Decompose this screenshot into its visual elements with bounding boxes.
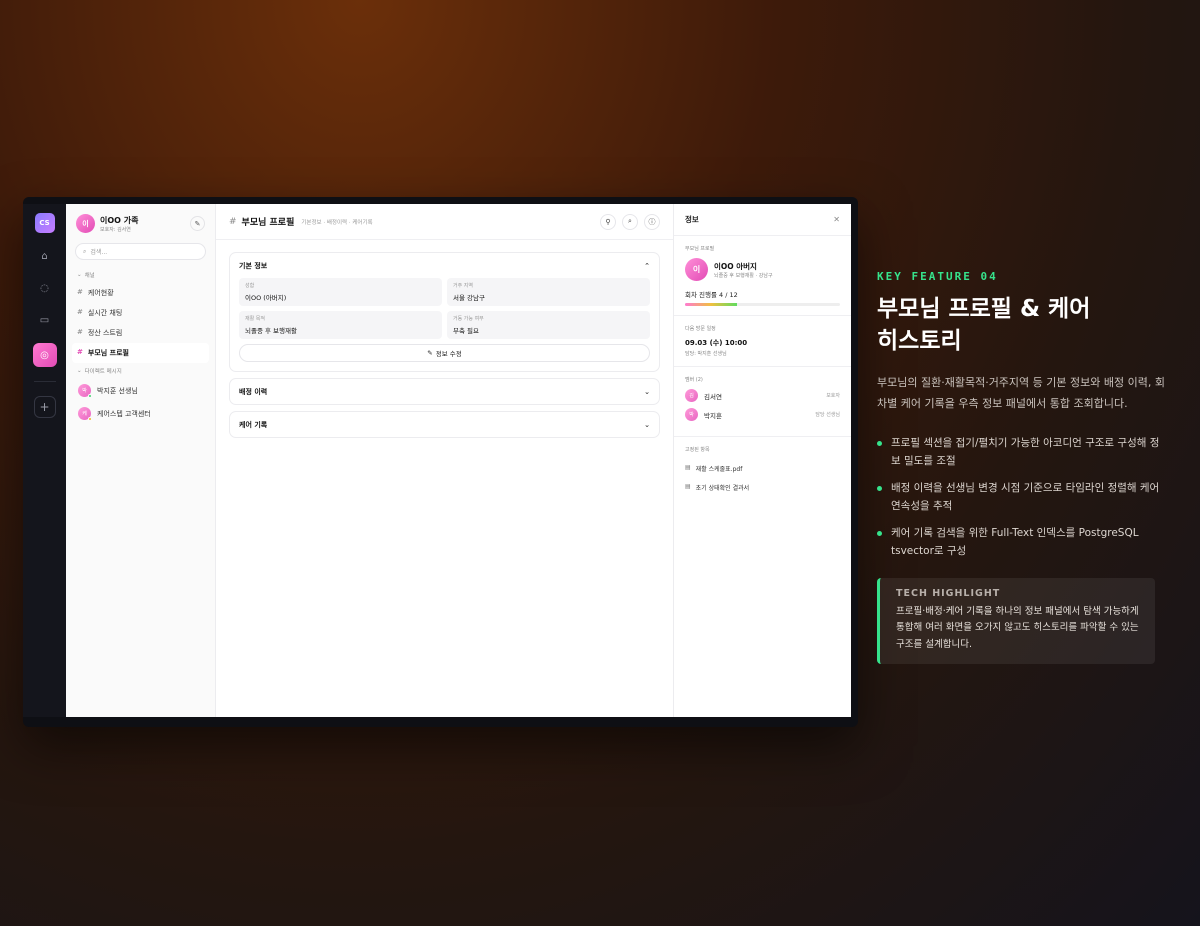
member-item[interactable]: 김 김서연 보호자	[685, 389, 840, 402]
member-avatar: 김	[685, 389, 698, 402]
info-header: 정보 ✕	[674, 204, 851, 236]
basic-info-header[interactable]: 기본 정보 ⌃	[230, 253, 659, 278]
chat-icon[interactable]: ◌	[34, 279, 56, 297]
chevron-up-icon: ⌃	[644, 261, 650, 270]
info-panel: 정보 ✕ 부모님 프로필 이 이OO 아버지 뇌졸중 후 보행재활 · 강남구 …	[673, 204, 851, 717]
channels-group-label[interactable]: ⌄ 채널	[72, 267, 209, 283]
hash-icon: #	[77, 288, 83, 296]
add-workspace-button[interactable]: +	[33, 396, 56, 418]
main-header: # 부모님 프로필 기본정보 · 배정이력 · 케어기록 ⚲ ⌕ ⓘ	[216, 204, 673, 240]
care-record-accordion[interactable]: 케어 기록 ⌄	[229, 411, 660, 438]
channel-item[interactable]: # 정산 스트림	[72, 323, 209, 343]
chevron-down-icon: ⌄	[77, 368, 82, 374]
visit-section: 다음 방문 일정 09.03 (수) 10:00 담당: 박지훈 선생님	[674, 316, 851, 367]
search-icon[interactable]: ⌕	[622, 213, 638, 230]
chevron-down-icon: ⌄	[644, 387, 650, 396]
assignment-history-accordion[interactable]: 배정 이력 ⌄	[229, 378, 660, 405]
rail-divider	[33, 381, 56, 382]
dm-avatar: 박	[78, 384, 92, 398]
pinned-item[interactable]: ▤ 재활 스케줄표.pdf	[685, 459, 840, 478]
feature-desc: 부모님의 질환·재활목적·거주지역 등 기본 정보와 배정 이력, 회차별 케어…	[877, 376, 1165, 410]
visit-who: 담당: 박지훈 선생님	[685, 351, 727, 357]
info-field: 거주 지역 서울 강남구	[447, 278, 650, 306]
hash-icon: #	[229, 216, 237, 227]
member-item[interactable]: 박 박지훈 담당 선생님	[685, 408, 840, 421]
dm-avatar: 케	[78, 407, 92, 421]
parent-avatar: 이	[685, 258, 708, 281]
feature-kicker: KEY FEATURE 04	[877, 270, 998, 283]
close-icon[interactable]: ✕	[833, 215, 840, 224]
info-icon[interactable]: ⓘ	[644, 213, 660, 230]
online-status-dot	[88, 394, 92, 398]
document-icon: ▤	[685, 483, 691, 490]
hash-icon: #	[77, 308, 83, 316]
feature-description: KEY FEATURE 04 부모님 프로필 & 케어 히스토리 부모님의 질환…	[877, 270, 1167, 664]
dm-item[interactable]: 케 케어스텝 고객센터	[72, 402, 209, 425]
chevron-down-icon: ⌄	[77, 272, 82, 278]
feature-bullet: 프로필 섹션을 접기/펼치기 가능한 아코디언 구조로 구성해 정보 밀도를 조…	[877, 434, 1167, 471]
channel-item[interactable]: # 실시간 채팅	[72, 303, 209, 323]
family-title: 이OO 가족	[100, 215, 139, 225]
home-icon[interactable]: ⌂	[34, 247, 56, 265]
dm-item[interactable]: 박 박지훈 선생님	[72, 379, 209, 402]
workspace-logo[interactable]: CS	[34, 213, 55, 233]
hash-icon: #	[77, 348, 83, 356]
edit-info-button[interactable]: ✎ 정보 수정	[239, 344, 650, 362]
feature-bullets: 프로필 섹션을 접기/펼치기 가능한 아코디언 구조로 구성해 정보 밀도를 조…	[877, 434, 1167, 560]
message-icon[interactable]: ▭	[34, 311, 56, 329]
channel-sidebar: 이 이OO 가족 보호자: 김서연 ✎ ⌕ 검색... ⌄ 채널 # 케어현황 # 실…	[66, 204, 216, 717]
search-placeholder: 검색...	[90, 249, 108, 256]
family-avatar: 이	[76, 214, 95, 233]
page-title: 부모님 프로필	[241, 218, 295, 228]
members-section: 멤버 (2) 김 김서연 보호자 박 박지훈 담당 선생님	[674, 367, 851, 437]
feature-bullet: 배정 이력을 선생님 변경 시점 기준으로 타임라인 정렬해 케어 연속성을 추…	[877, 479, 1167, 516]
feature-title: 부모님 프로필 & 케어 히스토리	[877, 296, 1091, 355]
file-icon: ▤	[685, 464, 691, 471]
tech-highlight-title: TECH HIGHLIGHT	[896, 588, 1001, 600]
progress-text: 회차 진행률 4 / 12	[685, 291, 738, 299]
pencil-icon: ✎	[427, 349, 433, 357]
chevron-down-icon: ⌄	[644, 420, 650, 429]
member-avatar: 박	[685, 408, 698, 421]
progress-fill	[685, 303, 737, 306]
visit-date: 09.03 (수) 10:00	[685, 339, 748, 347]
basic-info-accordion: 기본 정보 ⌃ 성함 이OO (아버지) 거주 지역 서울 강남구 재활 목적 뇌졸중…	[229, 252, 660, 372]
tech-highlight-text: 프로필·배정·케어 기록을 하나의 정보 패널에서 탐색 가능하게 통합해 여러…	[896, 606, 1139, 650]
app-window: CS ⌂ ◌ ▭ ◎ + 이 이OO 가족 보호자: 김서연 ✎ ⌕ 검색...…	[23, 204, 851, 717]
info-field: 재활 목적 뇌졸중 후 보행재활	[239, 311, 442, 339]
family-subtitle: 보호자: 김서연	[100, 226, 131, 233]
info-field: 거동 가능 여부 부축 필요	[447, 311, 650, 339]
parent-name: 이OO 아버지	[714, 261, 757, 271]
breadcrumb: 기본정보 · 배정이력 · 케어기록	[301, 219, 373, 226]
channel-item[interactable]: # 케어현황	[72, 283, 209, 303]
profile-section: 부모님 프로필 이 이OO 아버지 뇌졸중 후 보행재활 · 강남구 회차 진행…	[674, 236, 851, 316]
search-input[interactable]: ⌕ 검색...	[75, 243, 206, 260]
app-rail: CS ⌂ ◌ ▭ ◎ +	[23, 204, 66, 717]
main-panel: # 부모님 프로필 기본정보 · 배정이력 · 케어기록 ⚲ ⌕ ⓘ 기본 정보…	[216, 204, 673, 717]
pinned-section: 고정된 항목 ▤ 재활 스케줄표.pdf ▤ 초기 상태확인 결과서	[674, 437, 851, 506]
info-field: 성함 이OO (아버지)	[239, 278, 442, 306]
device-frame: CS ⌂ ◌ ▭ ◎ + 이 이OO 가족 보호자: 김서연 ✎ ⌕ 검색...…	[23, 197, 858, 727]
away-status-dot	[88, 417, 92, 421]
search-icon: ⌕	[83, 247, 87, 255]
pin-icon[interactable]: ⚲	[600, 213, 616, 230]
progress-bar	[685, 303, 840, 306]
family-header: 이 이OO 가족 보호자: 김서연 ✎	[72, 212, 209, 235]
parent-desc: 뇌졸중 후 보행재활 · 강남구	[714, 272, 773, 279]
hash-icon: #	[77, 328, 83, 336]
pinned-item[interactable]: ▤ 초기 상태확인 결과서	[685, 478, 840, 497]
edit-icon[interactable]: ✎	[190, 216, 205, 231]
dm-group-label[interactable]: ⌄ 다이렉트 메시지	[72, 363, 209, 379]
feature-bullet: 케어 기록 검색을 위한 Full-Text 인덱스를 PostgreSQL t…	[877, 524, 1167, 561]
profile-icon[interactable]: ◎	[32, 343, 57, 367]
tech-highlight: TECH HIGHLIGHT 프로필·배정·케어 기록을 하나의 정보 패널에서…	[877, 578, 1155, 664]
channel-item-active[interactable]: # 부모님 프로필	[72, 343, 209, 363]
